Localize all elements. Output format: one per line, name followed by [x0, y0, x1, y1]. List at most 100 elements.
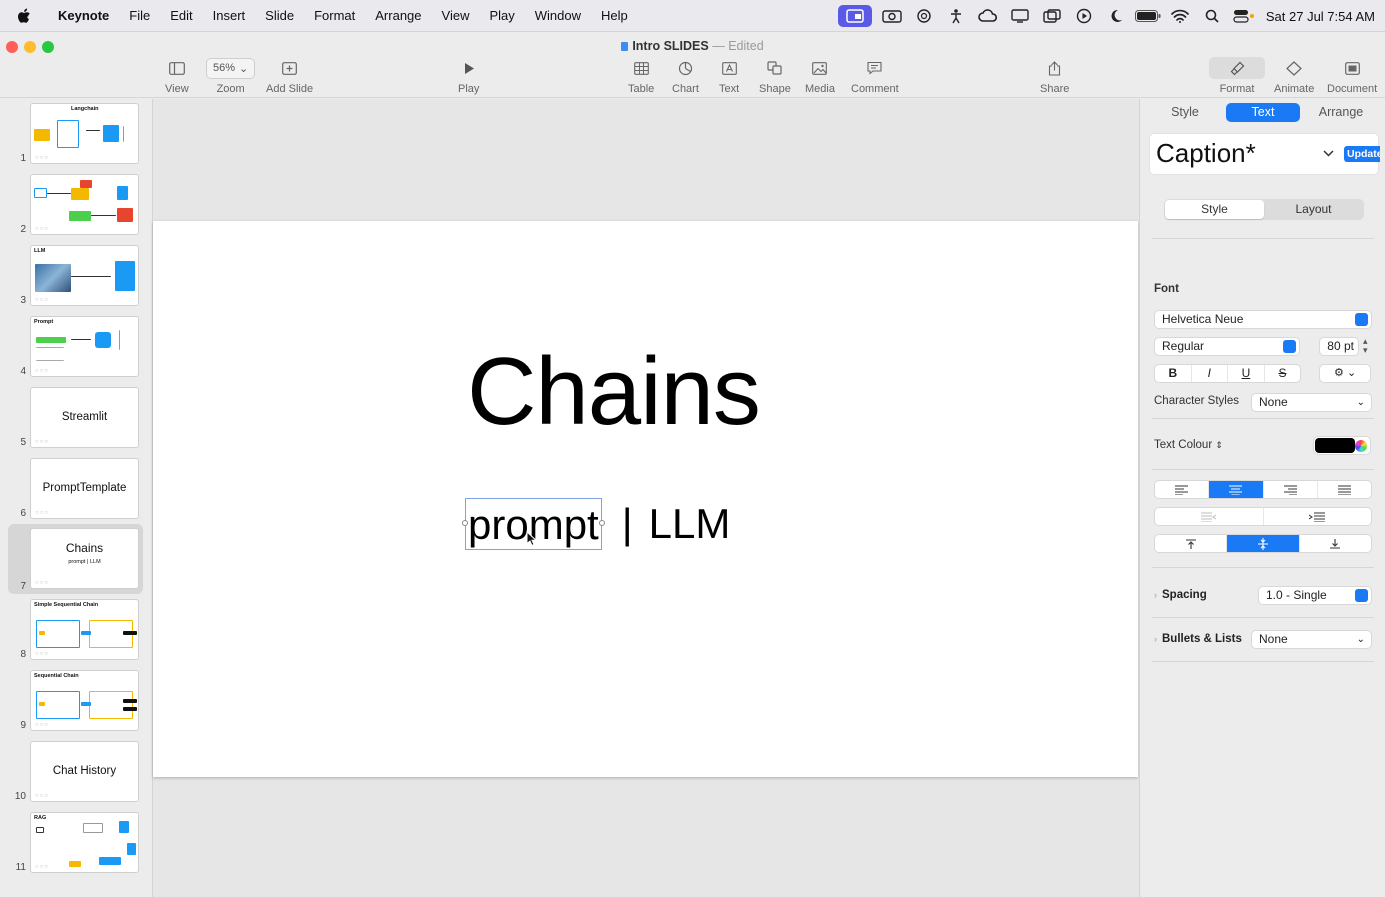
- camera-icon[interactable]: [876, 0, 908, 32]
- animate-button[interactable]: Animate: [1274, 57, 1314, 95]
- slide-thumbnail-4[interactable]: 4 Prompt ○○○: [8, 313, 143, 379]
- shape-button[interactable]: Shape: [759, 57, 791, 95]
- menu-window[interactable]: Window: [525, 8, 591, 23]
- font-family-select[interactable]: Helvetica Neue: [1154, 310, 1372, 329]
- control-center-icon[interactable]: [1228, 0, 1260, 32]
- menu-format[interactable]: Format: [304, 8, 365, 23]
- justify-button[interactable]: [1318, 481, 1371, 498]
- paintbrush-icon: [1209, 57, 1265, 79]
- creative-cloud-icon[interactable]: [972, 0, 1004, 32]
- chevron-down-icon[interactable]: [1323, 146, 1334, 160]
- screen-share-icon[interactable]: [837, 5, 872, 27]
- resize-handle-left[interactable]: [462, 520, 468, 526]
- menu-arrange[interactable]: Arrange: [365, 8, 431, 23]
- increase-indent-button[interactable]: [1264, 508, 1372, 525]
- wifi-icon[interactable]: [1164, 0, 1196, 32]
- italic-button[interactable]: I: [1192, 365, 1229, 382]
- window-icon[interactable]: [1036, 0, 1068, 32]
- spotlight-icon[interactable]: [1196, 0, 1228, 32]
- moon-icon[interactable]: [1100, 0, 1132, 32]
- view-button[interactable]: View: [165, 57, 189, 95]
- spacing-disclosure[interactable]: › Spacing: [1154, 589, 1207, 601]
- resize-handle-right[interactable]: [598, 520, 605, 526]
- bold-button[interactable]: B: [1155, 365, 1192, 382]
- align-bottom-button[interactable]: [1300, 535, 1371, 552]
- slide-canvas[interactable]: Chains prompt | LLM: [153, 99, 1139, 897]
- colour-wheel-icon[interactable]: [1355, 440, 1367, 452]
- tab-style[interactable]: Style: [1148, 103, 1222, 122]
- current-slide[interactable]: Chains prompt | LLM: [153, 221, 1138, 777]
- menubar-clock[interactable]: Sat 27 Jul 7:54 AM: [1260, 9, 1375, 24]
- bullets-select[interactable]: None ⌄: [1251, 630, 1372, 649]
- display-icon[interactable]: [1004, 0, 1036, 32]
- slide-thumbnail-2[interactable]: 2 ○○○: [8, 171, 143, 237]
- align-right-button[interactable]: [1264, 481, 1318, 498]
- menu-slide[interactable]: Slide: [255, 8, 304, 23]
- menu-file[interactable]: File: [119, 8, 160, 23]
- document-name: Intro SLIDES: [632, 39, 709, 53]
- menu-insert[interactable]: Insert: [203, 8, 256, 23]
- menu-edit[interactable]: Edit: [160, 8, 202, 23]
- text-colour-well[interactable]: [1313, 436, 1371, 455]
- strikethrough-button[interactable]: S: [1265, 365, 1301, 382]
- menu-app-keynote[interactable]: Keynote: [48, 8, 119, 23]
- slide-thumbnail-10[interactable]: 10 Chat History ○○○: [8, 738, 143, 804]
- slide-thumbnail-8[interactable]: 8 Simple Sequential Chain ○○○: [8, 596, 143, 662]
- slide-subtitle[interactable]: prompt | LLM: [462, 498, 731, 550]
- subtab-style[interactable]: Style: [1165, 200, 1264, 219]
- tab-arrange[interactable]: Arrange: [1304, 103, 1378, 122]
- chart-button[interactable]: Chart: [672, 57, 699, 95]
- document-button[interactable]: Document: [1327, 57, 1377, 95]
- text-button[interactable]: Text: [719, 57, 739, 95]
- play-button[interactable]: Play: [458, 57, 479, 95]
- media-button[interactable]: Media: [805, 57, 835, 95]
- format-button[interactable]: Format: [1209, 57, 1265, 95]
- align-middle-button[interactable]: [1227, 535, 1300, 552]
- status-area: Sat 27 Jul 7:54 AM: [837, 0, 1375, 32]
- subtitle-word-llm[interactable]: LLM: [649, 500, 731, 548]
- underline-button[interactable]: U: [1228, 365, 1265, 382]
- accessibility-icon[interactable]: [940, 0, 972, 32]
- play-circle-icon[interactable]: [1068, 0, 1100, 32]
- slide-title-text[interactable]: Chains: [153, 337, 1074, 447]
- slide-thumbnail-5[interactable]: 5 Streamlit ○○○: [8, 384, 143, 450]
- slide-thumbnail-7[interactable]: 7 Chains prompt | LLM ○○○: [8, 524, 143, 594]
- apple-menu-icon[interactable]: [0, 8, 48, 24]
- text-options-button[interactable]: ⚙ ⌄: [1319, 364, 1371, 383]
- zoom-control[interactable]: 56% ⌄ Zoom: [206, 57, 256, 95]
- comment-button[interactable]: Comment: [851, 57, 899, 95]
- menu-view[interactable]: View: [432, 8, 480, 23]
- media-label: Media: [805, 83, 835, 95]
- character-styles-select[interactable]: None ⌄: [1251, 393, 1372, 412]
- divider: [1152, 661, 1374, 662]
- subtab-layout[interactable]: Layout: [1264, 200, 1363, 219]
- slide-preview: LLM ○○○: [30, 245, 139, 306]
- menu-help[interactable]: Help: [591, 8, 638, 23]
- font-weight-select[interactable]: Regular: [1154, 337, 1300, 356]
- share-button[interactable]: Share: [1040, 57, 1069, 95]
- slide-thumbnail-3[interactable]: 3 LLM ○○○: [8, 242, 143, 308]
- slide-thumbnail-1[interactable]: 1 Langchain ○○○: [8, 100, 143, 166]
- thumb-dots: ○○○: [35, 226, 49, 232]
- tab-text[interactable]: Text: [1226, 102, 1300, 122]
- align-left-button[interactable]: [1155, 481, 1210, 498]
- add-slide-button[interactable]: Add Slide: [266, 57, 313, 95]
- update-style-button[interactable]: Update: [1344, 146, 1380, 162]
- menu-play[interactable]: Play: [479, 8, 524, 23]
- text-colour-label[interactable]: Text Colour ⇕: [1154, 439, 1223, 451]
- table-button[interactable]: Table: [628, 57, 654, 95]
- slide-thumbnail-6[interactable]: 6 PromptTemplate ○○○: [8, 455, 143, 521]
- paragraph-style-selector[interactable]: Caption* Update: [1149, 133, 1380, 175]
- slide-thumbnail-11[interactable]: 11 RAG ○○○: [8, 809, 143, 875]
- zoom-select[interactable]: 56% ⌄: [206, 57, 256, 79]
- slide-thumbnail-9[interactable]: 9 Sequential Chain ○○○: [8, 667, 143, 733]
- decrease-indent-button[interactable]: [1155, 508, 1264, 525]
- bullets-disclosure[interactable]: › Bullets & Lists: [1154, 633, 1242, 645]
- spacing-select[interactable]: 1.0 - Single: [1258, 586, 1372, 605]
- font-size-field[interactable]: 80 pt: [1319, 337, 1359, 356]
- font-size-stepper-icon[interactable]: ▴ ▾: [1363, 337, 1368, 355]
- align-top-button[interactable]: [1155, 535, 1228, 552]
- openai-icon[interactable]: [908, 0, 940, 32]
- battery-icon[interactable]: [1132, 0, 1164, 32]
- align-center-button[interactable]: [1209, 481, 1264, 498]
